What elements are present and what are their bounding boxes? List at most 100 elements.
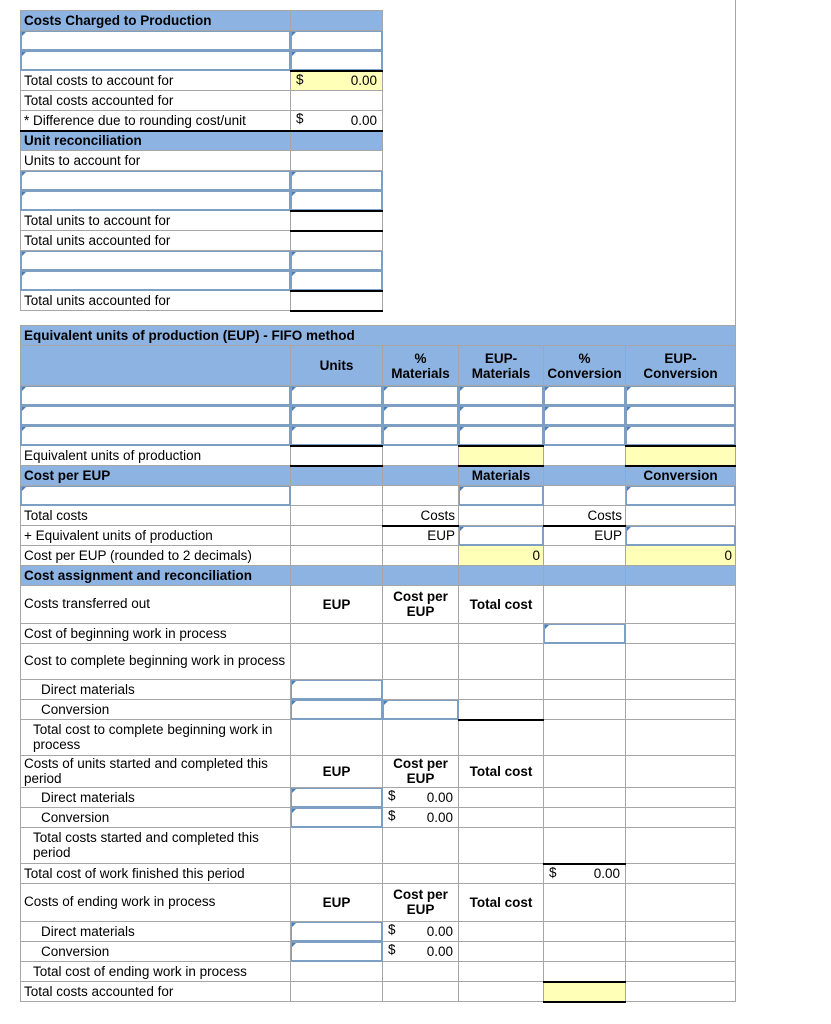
cost-per-eup-spacer-2 — [382, 465, 459, 486]
eup-row3-eup-conversion[interactable] — [625, 425, 736, 446]
eup-row1-pct-conversion[interactable] — [543, 385, 626, 406]
b3-total-costs-accounted-eup — [290, 981, 383, 1002]
table-row: Total costs to account for $0.00 — [20, 69, 383, 91]
section-header-row: Equivalent units of production (EUP) - F… — [20, 325, 736, 346]
cost-label-input-1[interactable] — [20, 30, 291, 51]
section-header-row: Unit reconciliation — [20, 129, 383, 151]
eup-row1-pct-materials[interactable] — [382, 385, 459, 406]
b3-conversion-c6 — [625, 941, 736, 962]
eup-row3-eup-materials[interactable] — [458, 425, 544, 446]
block-heading-row: Costs of units started and completed thi… — [20, 755, 736, 788]
cost-per-eup-conversion-header: Conversion — [625, 465, 736, 486]
unit-label-input-2[interactable] — [20, 190, 291, 211]
cost-assignment-spacer-3 — [458, 565, 544, 586]
eup-col-units-label: Units — [319, 358, 354, 373]
eup-row1-label[interactable] — [20, 385, 291, 406]
group-header-total-cost-1: Total cost — [458, 585, 544, 624]
rounding-difference-value: $0.00 — [290, 110, 383, 131]
group-header-cost-per-eup-3: Cost per EUP — [382, 883, 459, 922]
eup-row2-eup-conversion[interactable] — [625, 405, 736, 426]
eup-col-header-eup-conversion: EUP- Conversion — [625, 345, 736, 386]
b1-direct-materials-eup[interactable] — [290, 679, 383, 700]
unit-value-input-4[interactable] — [290, 270, 383, 291]
table-row — [20, 170, 383, 191]
b3-total-ending-wip-c6 — [625, 961, 736, 982]
b2-direct-materials-eup[interactable] — [290, 787, 383, 808]
total-costs-label: Total costs — [20, 505, 291, 526]
unit-label-input-3[interactable] — [20, 250, 291, 271]
eup-row3-label[interactable] — [20, 425, 291, 446]
total-units-to-account-label: Total units to account for — [20, 210, 291, 231]
total-costs-materials-note: Costs — [382, 505, 459, 526]
table-row: Total units accounted for — [20, 289, 383, 312]
table-row: Direct materials $0.00 — [20, 921, 736, 942]
eup-row1-units[interactable] — [290, 385, 383, 406]
cost-beginning-wip-c6 — [625, 623, 736, 644]
unit-label-input-4[interactable] — [20, 270, 291, 291]
equivalent-units-pct-materials — [382, 445, 459, 466]
unit-reconciliation-title: Unit reconciliation — [20, 129, 291, 151]
unit-value-input-1[interactable] — [290, 170, 383, 191]
b2-conversion-eup[interactable] — [290, 807, 383, 828]
table-row: Total cost of work finished this period … — [20, 863, 736, 884]
table-row: Total costs Costs Costs — [20, 505, 736, 526]
b3-total-costs-accounted-total — [458, 981, 544, 1002]
eup-row3-pct-conversion[interactable] — [543, 425, 626, 446]
table-row: Cost per EUP (rounded to 2 decimals) 0 0 — [20, 545, 736, 566]
eup-row2-units[interactable] — [290, 405, 383, 426]
b3-total-costs-accounted-c5 — [543, 981, 626, 1003]
table-row — [20, 385, 736, 406]
cost-per-eup-row1-materials[interactable] — [458, 485, 544, 506]
b3-total-ending-wip-c5 — [543, 961, 626, 983]
eup-row3-pct-materials[interactable] — [382, 425, 459, 446]
eup-row2-label[interactable] — [20, 405, 291, 426]
b3-total-ending-wip-label: Total cost of ending work in process — [20, 961, 291, 982]
total-units-accounted-label-1: Total units accounted for — [20, 230, 291, 251]
b3-total-costs-accounted-label: Total costs accounted for — [20, 981, 291, 1002]
b1-conversion-eup[interactable] — [290, 699, 383, 720]
cost-per-eup-materials-header: Materials — [458, 465, 544, 486]
equivalent-units-label: Equivalent units of production — [20, 445, 291, 466]
cost-value-input-1[interactable] — [290, 30, 383, 51]
b1-direct-materials-total — [458, 679, 544, 700]
cost-label-input-2[interactable] — [20, 50, 291, 71]
costs-transferred-out-heading: Costs transferred out — [20, 585, 291, 624]
eup-row3-units[interactable] — [290, 425, 383, 446]
divide-eup-conversion-value[interactable] — [625, 525, 736, 546]
cost-value-input-2[interactable] — [290, 50, 383, 71]
cost-per-eup-row1-conversion[interactable] — [625, 485, 736, 506]
total-units-accounted-label-2: Total units accounted for — [20, 290, 291, 311]
b2-conversion-c6 — [625, 807, 736, 828]
b2-total-work-finished-eup — [290, 863, 383, 884]
unit-value-input-2[interactable] — [290, 190, 383, 211]
eup-row2-pct-materials[interactable] — [382, 405, 459, 426]
units-to-account-value — [290, 150, 383, 171]
b3-conversion-eup[interactable] — [290, 941, 383, 962]
cost-per-eup-row1-label[interactable] — [20, 485, 291, 506]
b1-conversion-cpe[interactable] — [382, 699, 459, 720]
divide-eup-materials-value[interactable] — [458, 525, 544, 546]
table-row: * Difference due to rounding cost/unit $… — [20, 110, 383, 131]
eup-row1-eup-materials[interactable] — [458, 385, 544, 406]
cost-beginning-wip-c5[interactable] — [543, 623, 626, 644]
table-row: Equivalent units of production — [20, 444, 736, 467]
eup-col-header-units: Units — [290, 345, 383, 386]
dollar-sign: $ — [549, 864, 557, 880]
cost-beginning-wip-label: Cost of beginning work in process — [20, 623, 291, 644]
eup-row1-eup-conversion[interactable] — [625, 385, 736, 406]
dollar-sign: $ — [388, 788, 396, 804]
eup-row2-eup-materials[interactable] — [458, 405, 544, 426]
section-header-row: Cost per EUP Materials Conversion — [20, 465, 736, 486]
pct-conversion-line2: Conversion — [547, 365, 622, 381]
cost-per-eup-rounded-c4 — [543, 545, 626, 566]
group-header-cost-per-eup-2: Cost per EUP — [382, 755, 459, 788]
unit-label-input-1[interactable] — [20, 170, 291, 191]
equivalent-units-units — [290, 444, 383, 467]
dollar-sign: $ — [388, 922, 396, 938]
eup-row2-pct-conversion[interactable] — [543, 405, 626, 426]
b3-direct-materials-total — [458, 921, 544, 942]
unit-value-input-3[interactable] — [290, 250, 383, 271]
b2-total-work-finished-total — [458, 863, 544, 884]
b3-direct-materials-eup[interactable] — [290, 921, 383, 942]
b2-total-work-finished-cpe — [382, 863, 459, 884]
